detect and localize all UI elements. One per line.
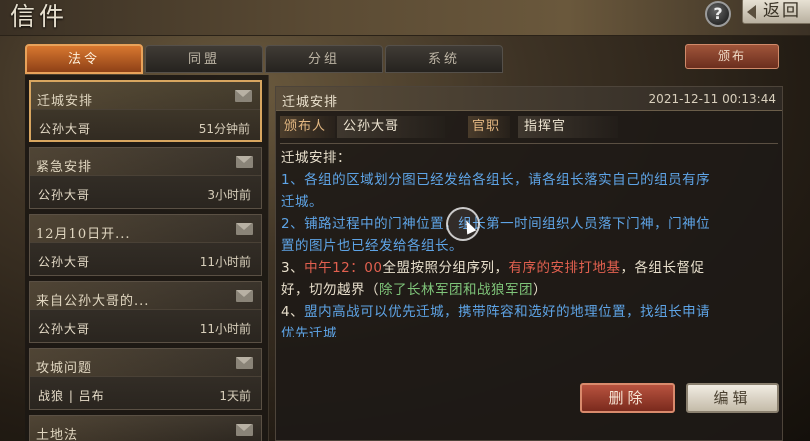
envelope-icon: [236, 223, 253, 235]
rank-value: 指挥官: [518, 116, 618, 138]
body-line: 2、铺路过程中的门神位置，组长第一时间组织人员落下门神，门神位: [281, 213, 781, 235]
mail-item[interactable]: 来自公孙大哥的... 公孙大哥 11小时前: [29, 281, 262, 343]
mail-item[interactable]: 迁城安排 公孙大哥 51分钟前: [29, 80, 262, 142]
body-text-segment: 有序的安排打地基: [508, 260, 621, 276]
mail-list: 迁城安排 公孙大哥 51分钟前 紧急安排 公孙大哥 3小时前 12月10日开..…: [25, 75, 269, 441]
body-line: 3、中午12：00全盟按照分组序列，有序的安排打地基，各组长督促: [281, 257, 781, 279]
detail-title: 迁城安排: [282, 95, 339, 110]
detail-date: 2021-12-11 00:13:44: [648, 92, 776, 106]
body-text-segment: 3、: [281, 260, 305, 276]
mail-time: 11小时前: [199, 322, 251, 336]
back-button-label: 返回: [763, 1, 801, 21]
body-text-segment: 除了长林军团和战狼军团: [379, 282, 533, 298]
mail-subject: 迁城安排: [37, 94, 94, 109]
mail-sender: 公孙大哥: [38, 188, 91, 202]
detail-header: 迁城安排 2021-12-11 00:13:44: [276, 87, 782, 111]
body-line: 1、各组的区域划分图已经发给各组长，请各组长落实自己的组员有序: [281, 169, 781, 191]
mail-time: 1天前: [219, 389, 251, 403]
body-text-segment: 置的图片也已经发给各组长。: [281, 238, 463, 254]
body-text-segment: 中午12：00: [304, 260, 383, 276]
body-text-segment: ）: [533, 282, 547, 298]
mail-sender: 公孙大哥: [38, 255, 91, 269]
body-text-segment: 盟内高战可以优先迁城，携带阵容和选好的地理位置，找组长申请: [304, 304, 711, 320]
mail-item[interactable]: 12月10日开... 公孙大哥 11小时前: [29, 214, 262, 276]
mail-subject: 土地法: [36, 428, 79, 441]
mail-subject: 来自公孙大哥的...: [36, 294, 150, 309]
issuer-value: 公孙大哥: [337, 116, 445, 138]
delete-button[interactable]: 删除: [580, 383, 675, 413]
rank-label: 官职: [468, 116, 510, 138]
detail-body: 迁城安排： 1、各组的区域划分图已经发给各组长，请各组长落实自己的组员有序 迁城。 2…: [281, 147, 781, 337]
body-text-segment: 迁城安排：: [281, 150, 351, 166]
body-line: 迁城。: [281, 191, 781, 213]
publish-button[interactable]: 颁布: [685, 44, 779, 69]
back-button[interactable]: 返回: [742, 0, 810, 24]
mail-subject: 攻城问题: [36, 361, 93, 376]
mail-item[interactable]: 土地法: [29, 415, 262, 441]
issuer-info: 颁布人 公孙大哥 官职 指挥官: [280, 116, 620, 138]
mail-sender: 公孙大哥: [39, 122, 92, 136]
tab-group[interactable]: 分组: [265, 45, 383, 73]
mail-subject: 紧急安排: [36, 160, 93, 175]
body-text-segment: 1、各组的区域划分图已经发给各组长，请各组长落实自己的组员有序: [281, 172, 711, 188]
mail-time: 51分钟前: [198, 122, 250, 136]
window-title: 信件: [10, 2, 69, 31]
edit-button[interactable]: 编辑: [686, 383, 779, 413]
body-text-segment: 4、: [281, 304, 305, 320]
body-text-segment: 全盟按照分组序列，: [382, 260, 509, 276]
back-arrow-icon: [747, 5, 756, 19]
envelope-icon: [236, 357, 253, 369]
tab-system[interactable]: 系统: [385, 45, 503, 73]
mail-time: 3小时前: [207, 188, 251, 202]
body-text-segment: 迁城。: [281, 194, 323, 210]
mail-item[interactable]: 攻城问题 战狼 | 吕布 1天前: [29, 348, 262, 410]
top-bar: 信件 ? 返回: [0, 0, 810, 36]
body-line: 好，切勿越界（除了长林军团和战狼军团）: [281, 279, 781, 301]
body-text-segment: 好，切勿越界（: [281, 282, 379, 298]
body-text-segment: 2、铺路过程中的门神位置，组长第一时间组织人员落下门神，门神位: [281, 216, 711, 232]
mail-sender: 战狼 | 吕布: [38, 389, 105, 403]
mail-item[interactable]: 紧急安排 公孙大哥 3小时前: [29, 147, 262, 209]
body-line: 4、盟内高战可以优先迁城，携带阵容和选好的地理位置，找组长申请: [281, 301, 781, 323]
body-line: 迁城安排：: [281, 147, 781, 169]
envelope-icon: [236, 156, 253, 168]
body-line: 优先迁城: [281, 323, 781, 337]
issuer-label: 颁布人: [280, 116, 335, 138]
mail-sender: 公孙大哥: [38, 322, 91, 336]
body-text-segment: ，各组长督促: [620, 260, 705, 276]
envelope-icon: [235, 90, 252, 102]
mail-subject: 12月10日开...: [36, 227, 131, 242]
detail-divider: [280, 143, 778, 144]
tab-decree[interactable]: 法令: [25, 44, 143, 74]
envelope-icon: [236, 424, 253, 436]
body-line: 置的图片也已经发给各组长。: [281, 235, 781, 257]
mail-time: 11小时前: [199, 255, 251, 269]
body-text-segment: 优先迁城: [281, 326, 337, 337]
tab-alliance[interactable]: 同盟: [145, 45, 263, 73]
envelope-icon: [236, 290, 253, 302]
help-button[interactable]: ?: [705, 1, 731, 27]
